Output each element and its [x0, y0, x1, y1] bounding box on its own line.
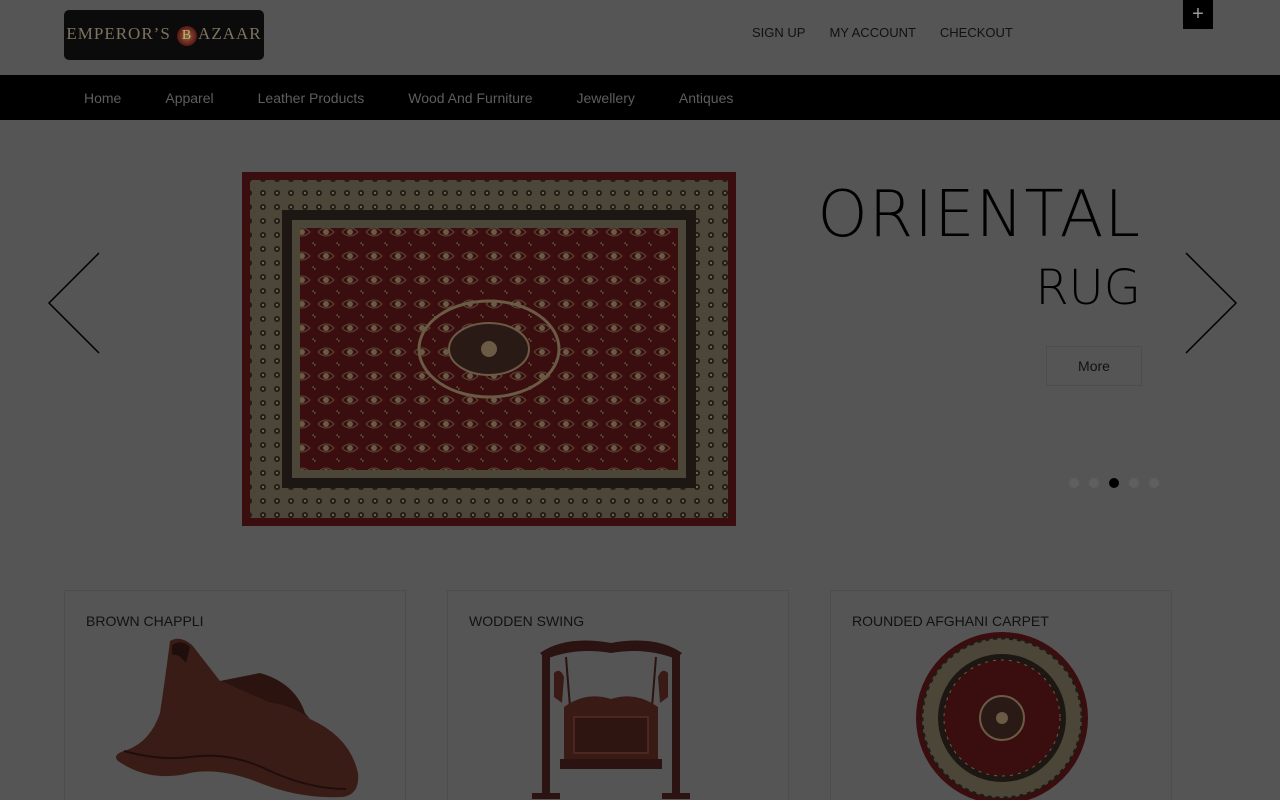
product-title: BROWN CHAPPLI — [86, 613, 204, 629]
slide-title: ORIENTAL — [817, 178, 1141, 252]
product-card[interactable]: ROUNDED AFGHANI CARPET — [830, 590, 1172, 800]
oriental-rug-image — [242, 172, 736, 526]
my-account-link[interactable]: MY ACCOUNT — [829, 25, 915, 40]
chevron-left-icon[interactable] — [45, 251, 105, 355]
sandal-image — [116, 638, 359, 798]
logo-text: EMPEROR’S B AZAAR — [66, 24, 261, 46]
sign-up-link[interactable]: SIGN UP — [752, 25, 805, 40]
chevron-right-icon[interactable] — [1180, 251, 1240, 355]
swing-image — [532, 640, 690, 799]
more-button[interactable]: More — [1046, 346, 1142, 386]
slider-dot[interactable] — [1149, 478, 1159, 488]
nav-item-jewellery[interactable]: Jewellery — [577, 90, 635, 106]
product-card[interactable]: BROWN CHAPPLI — [64, 590, 406, 800]
nav-item-apparel[interactable]: Apparel — [165, 90, 213, 106]
slide-subtitle: RUG — [1035, 260, 1141, 316]
slider-dot[interactable] — [1089, 478, 1099, 488]
plus-icon[interactable]: + — [1183, 0, 1213, 29]
product-title: WODDEN SWING — [469, 613, 585, 629]
main-nav: Home Apparel Leather Products Wood And F… — [0, 75, 1280, 120]
slider-dot[interactable] — [1129, 478, 1139, 488]
site-logo[interactable]: EMPEROR’S B AZAAR — [64, 10, 264, 60]
product-title: ROUNDED AFGHANI CARPET — [852, 613, 1049, 629]
nav-item-leather-products[interactable]: Leather Products — [258, 90, 365, 106]
account-links: SIGN UP MY ACCOUNT CHECKOUT — [752, 25, 1013, 40]
nav-item-wood-and-furniture[interactable]: Wood And Furniture — [408, 90, 532, 106]
product-card[interactable]: WODDEN SWING — [447, 590, 789, 800]
logo-medallion-icon: B — [177, 25, 198, 46]
slider-dot[interactable] — [1069, 478, 1079, 488]
checkout-link[interactable]: CHECKOUT — [940, 25, 1013, 40]
nav-item-antiques[interactable]: Antiques — [679, 90, 733, 106]
slider-pagination — [1069, 478, 1159, 488]
site-header: EMPEROR’S B AZAAR SIGN UP MY ACCOUNT CHEC… — [0, 0, 1280, 75]
slider-dot-active[interactable] — [1109, 478, 1119, 488]
round-carpet-image — [916, 632, 1088, 800]
nav-item-home[interactable]: Home — [84, 90, 121, 106]
hero-slider: ORIENTAL RUG More — [0, 120, 1280, 560]
